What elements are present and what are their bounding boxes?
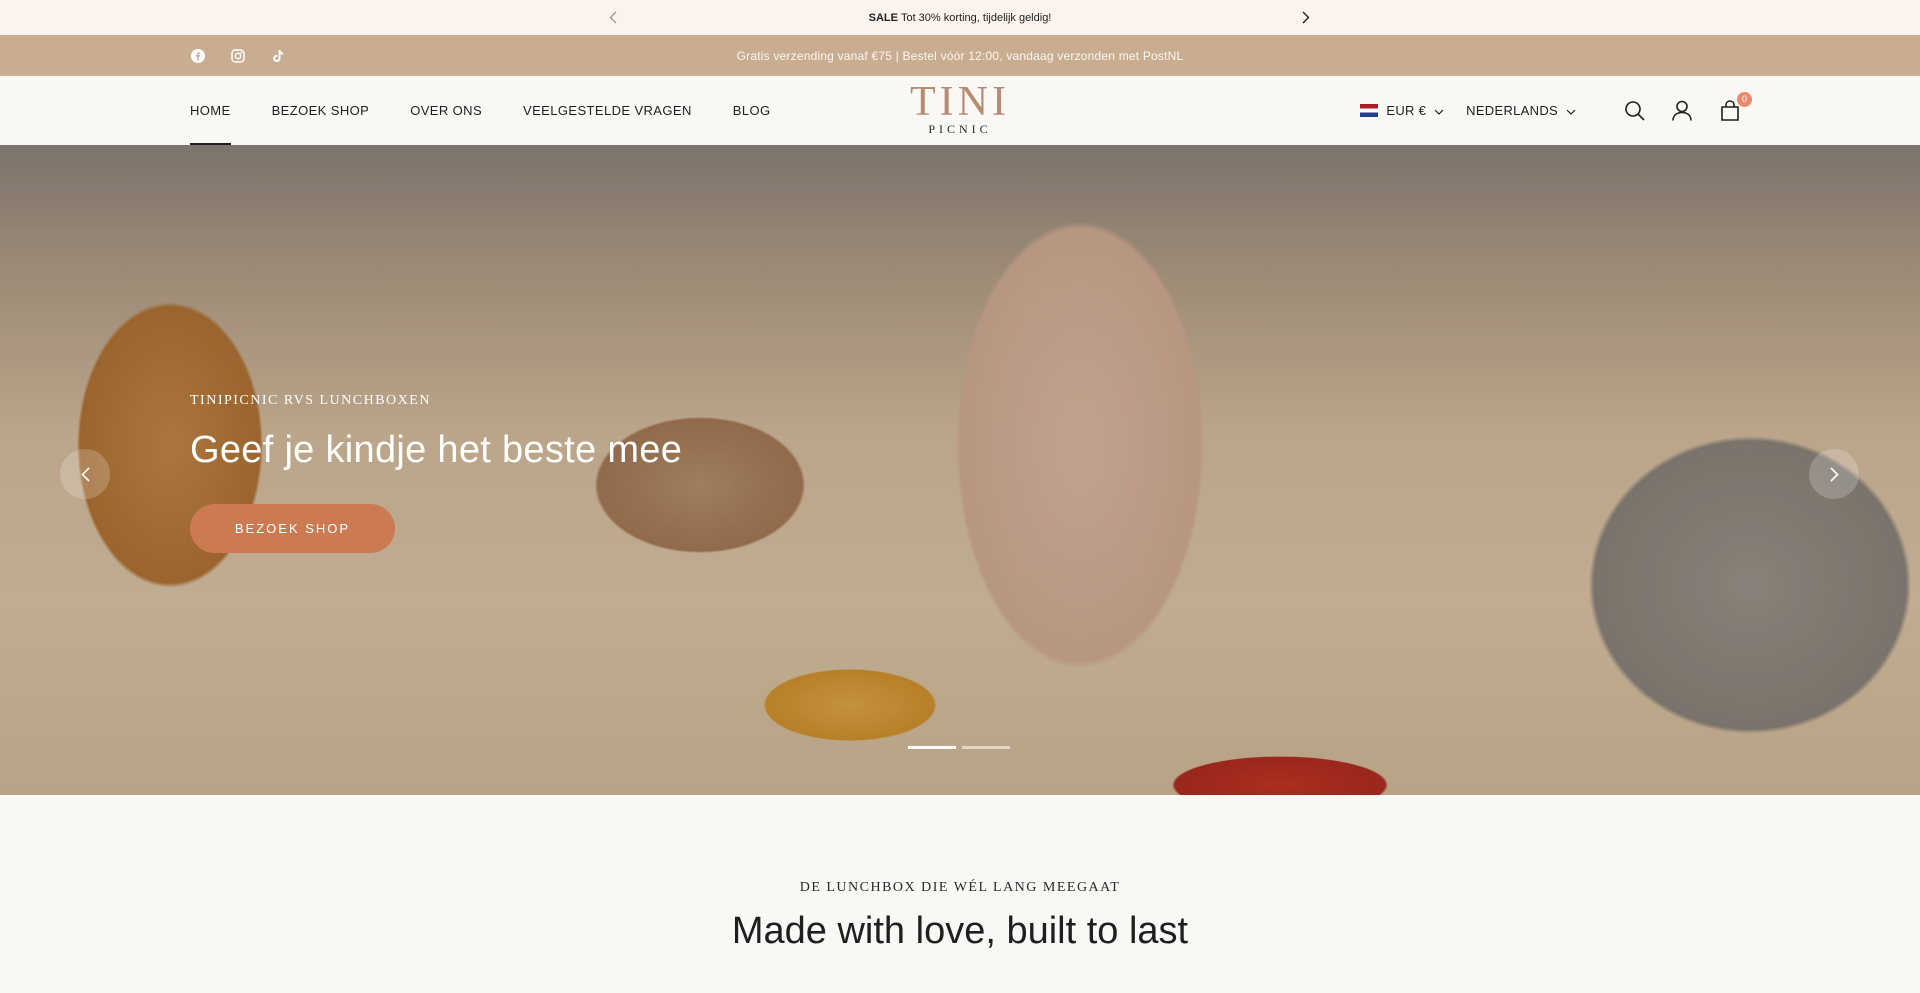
- nav-item-home[interactable]: HOME: [190, 76, 231, 145]
- chevron-right-icon[interactable]: [1296, 8, 1316, 28]
- nav-item-blog[interactable]: BLOG: [733, 76, 771, 145]
- hero-shop-button[interactable]: BEZOEK SHOP: [190, 504, 395, 553]
- chevron-left-icon: [80, 466, 90, 482]
- chevron-right-icon: [1829, 466, 1839, 482]
- slide-dot-1[interactable]: [908, 746, 956, 749]
- slide-next-button[interactable]: [1809, 449, 1859, 499]
- netherlands-flag-icon: [1360, 104, 1379, 117]
- intro-section: DE LUNCHBOX DIE WÉL LANG MEEGAAT Made wi…: [0, 795, 1920, 953]
- hero-slideshow: TINIPICNIC RVS LUNCHBOXEN Geef je kindje…: [0, 145, 1920, 795]
- hero-content: TINIPICNIC RVS LUNCHBOXEN Geef je kindje…: [190, 393, 682, 553]
- intro-title: Made with love, built to last: [731, 910, 1189, 952]
- hero-eyebrow: TINIPICNIC RVS LUNCHBOXEN: [190, 393, 431, 408]
- instagram-icon[interactable]: [230, 48, 246, 64]
- account-icon[interactable]: [1670, 99, 1694, 123]
- nav-item-veelgestelde-vragen[interactable]: VEELGESTELDE VRAGEN: [523, 76, 692, 145]
- currency-selector[interactable]: EUR €: [1360, 103, 1444, 118]
- facebook-icon[interactable]: [190, 48, 206, 64]
- logo-main: TINI: [910, 79, 1010, 125]
- site-header: HOME BEZOEK SHOP OVER ONS VEELGESTELDE V…: [0, 76, 1920, 145]
- header-tools: EUR € NEDERLANDS 0: [1360, 76, 1752, 145]
- chevron-down-icon: [1566, 103, 1576, 118]
- info-bar: Gratis verzending vanaf €75 | Bestel vóó…: [0, 35, 1920, 76]
- shipping-message: Gratis verzending vanaf €75 | Bestel vóó…: [736, 48, 1184, 63]
- chevron-left-icon[interactable]: [603, 8, 623, 28]
- language-label: NEDERLANDS: [1466, 103, 1558, 118]
- social-links: [190, 48, 286, 64]
- chevron-down-icon: [1434, 103, 1444, 118]
- slide-indicators: [908, 746, 1010, 749]
- announcement-bold: SALE: [868, 11, 898, 24]
- slide-prev-button[interactable]: [60, 449, 110, 499]
- slide-dot-2[interactable]: [962, 746, 1010, 749]
- cart-count-badge: 0: [1737, 91, 1752, 107]
- nav-item-bezoek-shop[interactable]: BEZOEK SHOP: [272, 76, 370, 145]
- main-nav: HOME BEZOEK SHOP OVER ONS VEELGESTELDE V…: [190, 76, 770, 145]
- nav-item-over-ons[interactable]: OVER ONS: [410, 76, 482, 145]
- logo[interactable]: TINI PICNIC: [910, 79, 1010, 136]
- search-icon[interactable]: [1622, 99, 1646, 123]
- language-selector[interactable]: NEDERLANDS: [1466, 103, 1576, 118]
- cart-icon[interactable]: 0: [1718, 91, 1752, 123]
- announcement-bar: SALE Tot 30% korting, tijdelijk geldig!: [0, 0, 1920, 35]
- currency-label: EUR €: [1386, 103, 1427, 118]
- announcement-text: SALE Tot 30% korting, tijdelijk geldig!: [869, 12, 1052, 24]
- announcement-message: Tot 30% korting, tijdelijk geldig!: [900, 11, 1052, 24]
- hero-title: Geef je kindje het beste mee: [190, 429, 683, 471]
- tiktok-icon[interactable]: [270, 48, 286, 64]
- intro-eyebrow: DE LUNCHBOX DIE WÉL LANG MEEGAAT: [799, 880, 1121, 895]
